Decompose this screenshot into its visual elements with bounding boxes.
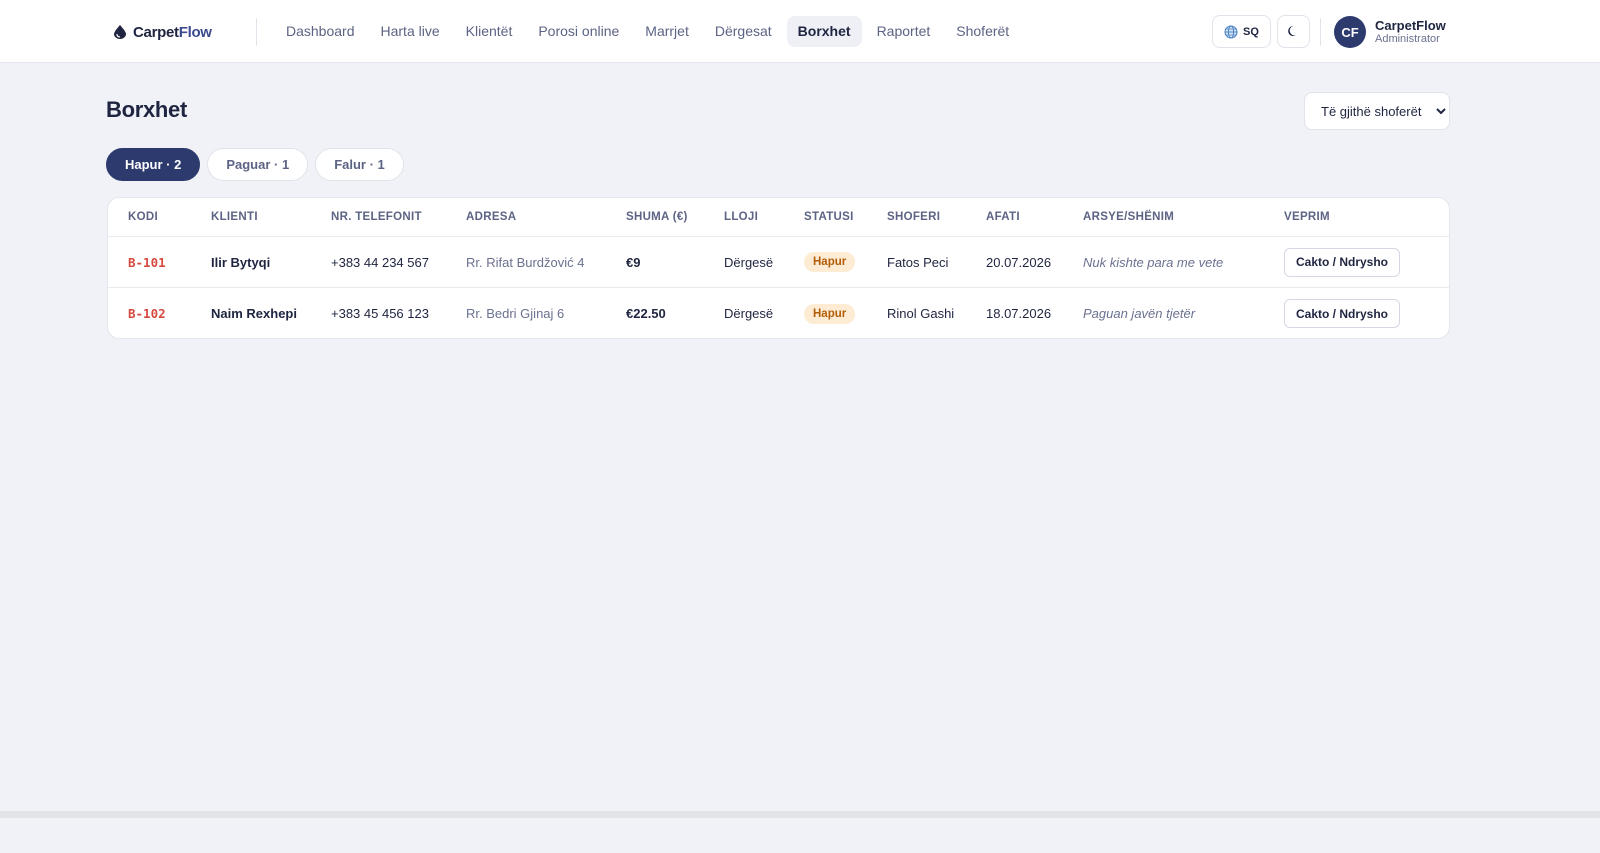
cell-kodi: B-102 xyxy=(128,288,166,338)
page-title: Borxhet xyxy=(106,97,188,122)
nav-dergesat[interactable]: Dërgesat xyxy=(704,16,783,47)
cell-kodi: B-101 xyxy=(128,237,166,287)
driver-filter-select[interactable]: Të gjithë shoferët xyxy=(1304,92,1450,130)
nav-klientet[interactable]: Klientët xyxy=(455,16,524,47)
tab-paguar[interactable]: Paguar · 1 xyxy=(207,148,309,181)
moon-icon xyxy=(1288,26,1296,36)
header-shoferi: SHOFERI xyxy=(887,211,941,223)
header-adresa: ADRESA xyxy=(466,211,517,223)
user-name: CarpetFlow xyxy=(1375,18,1446,33)
drop-icon xyxy=(114,25,126,39)
nav-shoferet[interactable]: Shoferët xyxy=(945,16,1020,47)
cell-adresa: Rr. Rifat Burdžović 4 xyxy=(466,254,585,270)
tab-hapur[interactable]: Hapur · 2 xyxy=(106,148,201,181)
language-button[interactable]: SQ xyxy=(1212,15,1271,48)
brand-name-part1: Carpet xyxy=(133,23,179,41)
nav-porosi-online[interactable]: Porosi online xyxy=(527,16,630,47)
cell-lloji: Dërgesë xyxy=(724,254,774,270)
assign-edit-button[interactable]: Cakto / Ndrysho xyxy=(1284,299,1401,328)
cell-klienti: Ilir Bytyqi xyxy=(211,254,271,270)
cell-statusi: Hapur xyxy=(804,288,856,338)
header-veprim: VEPRIM xyxy=(1284,211,1330,223)
cell-veprim: Cakto / Ndrysho xyxy=(1284,288,1401,338)
cell-statusi: Hapur xyxy=(804,237,856,287)
divider xyxy=(1320,18,1321,46)
status-badge: Hapur xyxy=(804,303,856,324)
assign-edit-button[interactable]: Cakto / Ndrysho xyxy=(1284,247,1401,277)
status-tabs: Hapur · 2 Paguar · 1 Falur · 1 xyxy=(106,148,404,181)
brand-logo[interactable]: CarpetFlow xyxy=(114,22,212,42)
debt-code[interactable]: B-101 xyxy=(128,255,166,270)
cell-afati: 18.07.2026 xyxy=(986,306,1052,321)
header-telefoni: NR. TELEFONIT xyxy=(331,211,422,223)
table-row: B-102 Naim Rexhepi +383 45 456 123 Rr. B… xyxy=(108,288,1449,338)
cell-telefoni: +383 44 234 567 xyxy=(331,254,429,270)
header-lloji: LLOJI xyxy=(724,211,759,223)
cell-veprim: Cakto / Ndrysho xyxy=(1284,237,1401,287)
bottom-strip xyxy=(0,811,1600,818)
table-header: KODI KLIENTI NR. TELEFONIT ADRESA SHUMA … xyxy=(108,198,1449,237)
debt-code[interactable]: B-102 xyxy=(128,306,166,321)
cell-shuma: €9 xyxy=(626,254,641,270)
cell-shoferi: Fatos Peci xyxy=(887,254,949,270)
status-badge: Hapur xyxy=(804,252,856,272)
debts-table: KODI KLIENTI NR. TELEFONIT ADRESA SHUMA … xyxy=(107,197,1450,339)
header-kodi: KODI xyxy=(128,211,158,223)
divider xyxy=(256,18,257,46)
nav-harta-live[interactable]: Harta live xyxy=(370,16,451,47)
cell-shuma: €22.50 xyxy=(626,306,666,321)
nav-borxhet[interactable]: Borxhet xyxy=(786,16,862,47)
header-statusi: STATUSI xyxy=(804,211,854,223)
nav-raportet[interactable]: Raportet xyxy=(866,16,942,47)
header-arsye: ARSYE/SHËNIM xyxy=(1083,211,1175,223)
cell-klienti: Naim Rexhepi xyxy=(211,306,297,321)
main-nav: Dashboard Harta live Klientët Porosi onl… xyxy=(275,16,1020,47)
user-role: Administrator xyxy=(1375,33,1440,45)
nav-marrjet[interactable]: Marrjet xyxy=(634,16,700,47)
cell-telefoni: +383 45 456 123 xyxy=(331,306,429,321)
brand-name-part2: Flow xyxy=(178,23,212,41)
header-afati: AFATI xyxy=(986,211,1020,223)
cell-adresa: Rr. Bedri Gjinaj 6 xyxy=(466,306,565,321)
language-code: SQ xyxy=(1243,25,1259,38)
cell-shenim: Nuk kishte para me vete xyxy=(1083,254,1224,270)
avatar[interactable]: CF xyxy=(1334,16,1366,48)
globe-icon xyxy=(1224,25,1238,38)
cell-shoferi: Rinol Gashi xyxy=(887,306,955,321)
tab-falur[interactable]: Falur · 1 xyxy=(315,148,404,181)
header-shuma: SHUMA (€) xyxy=(626,211,688,223)
header-klienti: KLIENTI xyxy=(211,211,258,223)
top-bar: CarpetFlow Dashboard Harta live Klientët… xyxy=(0,0,1600,63)
nav-dashboard[interactable]: Dashboard xyxy=(275,16,366,47)
cell-shenim: Paguan javën tjetër xyxy=(1083,306,1196,321)
cell-afati: 20.07.2026 xyxy=(986,254,1052,270)
cell-lloji: Dërgesë xyxy=(724,306,774,321)
theme-toggle-button[interactable] xyxy=(1277,15,1310,48)
table-row: B-101 Ilir Bytyqi +383 44 234 567 Rr. Ri… xyxy=(108,237,1449,288)
